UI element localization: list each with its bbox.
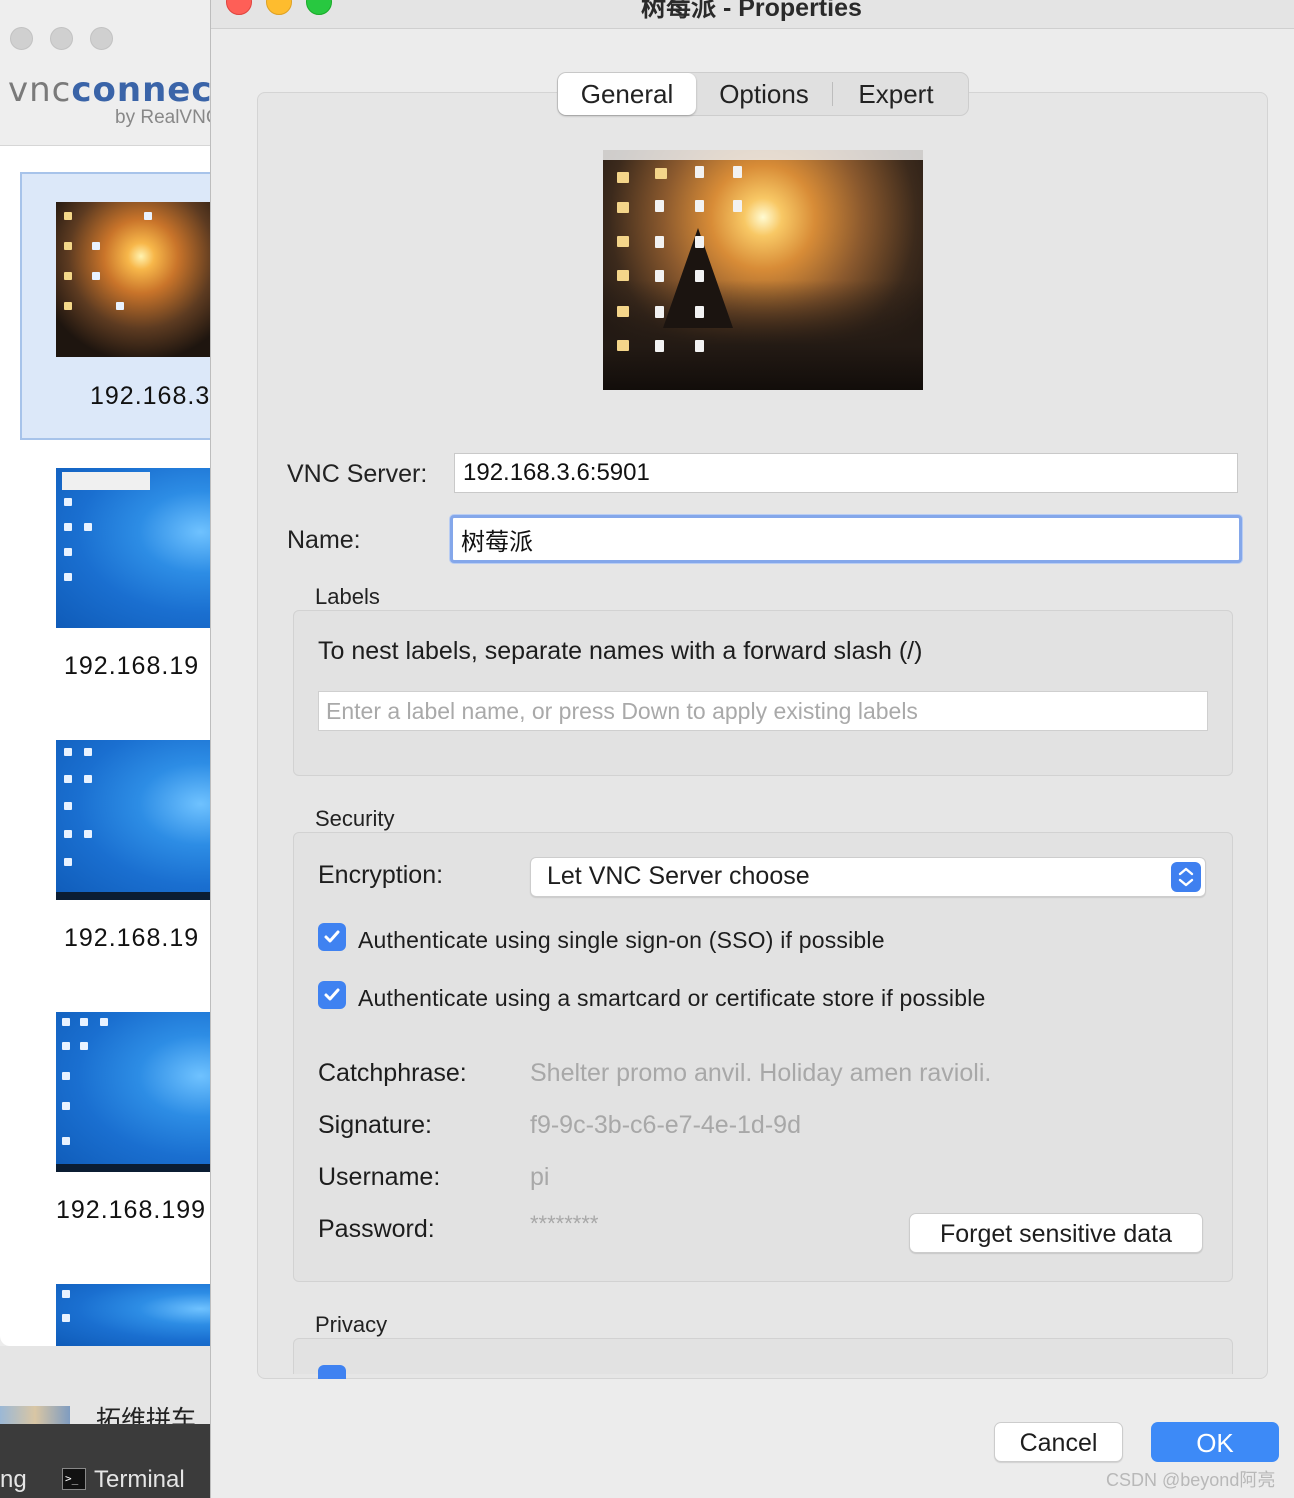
sso-checkbox-label[interactable]: Authenticate using single sign-on (SSO) … xyxy=(358,927,885,954)
vnc-server-input[interactable] xyxy=(454,453,1238,493)
privacy-checkbox[interactable] xyxy=(318,1365,346,1379)
dock: ng >_ Terminal xyxy=(0,1424,212,1498)
connection-card[interactable]: 192.168.199 xyxy=(20,988,212,1256)
name-input[interactable] xyxy=(450,515,1242,563)
smartcard-checkbox[interactable] xyxy=(318,981,346,1009)
encryption-select[interactable]: Let VNC Server choose xyxy=(530,857,1206,897)
labels-hint: To nest labels, separate names with a fo… xyxy=(318,637,923,665)
tab-expert[interactable]: Expert xyxy=(833,73,959,115)
encryption-value: Let VNC Server choose xyxy=(547,862,810,890)
checkmark-icon xyxy=(324,930,340,943)
smartcard-checkbox-label[interactable]: Authenticate using a smartcard or certif… xyxy=(358,985,986,1012)
dialog-titlebar: 树莓派 - Properties xyxy=(211,0,1294,29)
connection-thumbnail xyxy=(56,468,212,628)
vnc-viewer-window: vncconnect by RealVNC 192.168.3 192.168.… xyxy=(0,0,212,1346)
encryption-label: Encryption: xyxy=(318,861,444,889)
preview-landscape xyxy=(603,280,923,390)
name-label: Name: xyxy=(287,526,361,554)
checkmark-icon xyxy=(324,988,340,1001)
window-title: 树莓派 - Properties xyxy=(641,0,862,22)
labels-group: To nest labels, separate names with a fo… xyxy=(293,610,1233,776)
catchphrase-value: Shelter promo anvil. Holiday amen raviol… xyxy=(530,1059,992,1087)
catchphrase-label: Catchphrase: xyxy=(318,1059,467,1087)
cancel-button[interactable]: Cancel xyxy=(994,1422,1123,1462)
watermark: CSDN @beyond阿亮 xyxy=(1106,1470,1276,1490)
terminal-icon[interactable]: >_ xyxy=(62,1468,86,1490)
chevron-up-down-icon xyxy=(1171,862,1201,892)
zoom-button[interactable] xyxy=(306,0,332,15)
connection-thumbnail xyxy=(56,1284,212,1346)
connection-label: 192.168.19 xyxy=(64,924,200,952)
labels-section-title: Labels xyxy=(315,584,380,609)
security-group: Encryption: Let VNC Server choose Authen… xyxy=(293,832,1233,1282)
connection-label: 192.168.19 xyxy=(64,652,200,680)
sso-checkbox[interactable] xyxy=(318,923,346,951)
connection-thumbnail xyxy=(56,1012,212,1172)
vnc-server-label: VNC Server: xyxy=(287,460,428,488)
ok-button[interactable]: OK xyxy=(1151,1422,1279,1462)
security-section-title: Security xyxy=(315,806,395,831)
tab-bar: General Options Expert xyxy=(557,72,969,116)
connection-card[interactable]: 192.168.19 xyxy=(20,444,212,712)
connection-card[interactable]: 192.168.19 xyxy=(20,716,212,984)
properties-dialog: 树莓派 - Properties General Options Expert … xyxy=(210,0,1294,1498)
forget-sensitive-data-button[interactable]: Forget sensitive data xyxy=(909,1213,1203,1253)
username-label: Username: xyxy=(318,1163,441,1191)
password-value: ******** xyxy=(530,1211,599,1236)
inactive-maximize-button[interactable] xyxy=(90,27,113,50)
preview-taskbar xyxy=(603,150,923,160)
inactive-close-button[interactable] xyxy=(10,27,33,50)
realvnc-byline: by RealVNC xyxy=(115,107,212,128)
label-input[interactable] xyxy=(318,691,1208,731)
connection-label: 192.168.199 xyxy=(56,1196,207,1224)
username-value: pi xyxy=(530,1163,550,1191)
desktop-preview-thumbnail xyxy=(603,150,923,390)
connection-card[interactable] xyxy=(20,1260,212,1346)
connection-thumbnail xyxy=(56,740,212,900)
minimize-button[interactable] xyxy=(266,0,292,15)
signature-label: Signature: xyxy=(318,1111,432,1139)
connection-card[interactable]: 192.168.3 xyxy=(20,172,212,440)
inactive-minimize-button[interactable] xyxy=(50,27,73,50)
privacy-group xyxy=(293,1338,1233,1379)
viewer-titlebar: vncconnect by RealVNC xyxy=(0,0,212,146)
password-label: Password: xyxy=(318,1215,435,1243)
signature-value: f9-9c-3b-c6-e7-4e-1d-9d xyxy=(530,1111,801,1139)
connection-thumbnail xyxy=(56,202,212,357)
connection-label: 192.168.3 xyxy=(90,382,211,410)
tab-general[interactable]: General xyxy=(558,73,696,115)
vnc-connect-logo: vncconnect xyxy=(8,70,212,110)
dock-item-label[interactable]: ng xyxy=(0,1466,27,1494)
privacy-section-title: Privacy xyxy=(315,1312,388,1337)
dock-terminal-label[interactable]: Terminal xyxy=(94,1466,185,1494)
close-button[interactable] xyxy=(226,0,252,15)
tab-options[interactable]: Options xyxy=(696,73,832,115)
